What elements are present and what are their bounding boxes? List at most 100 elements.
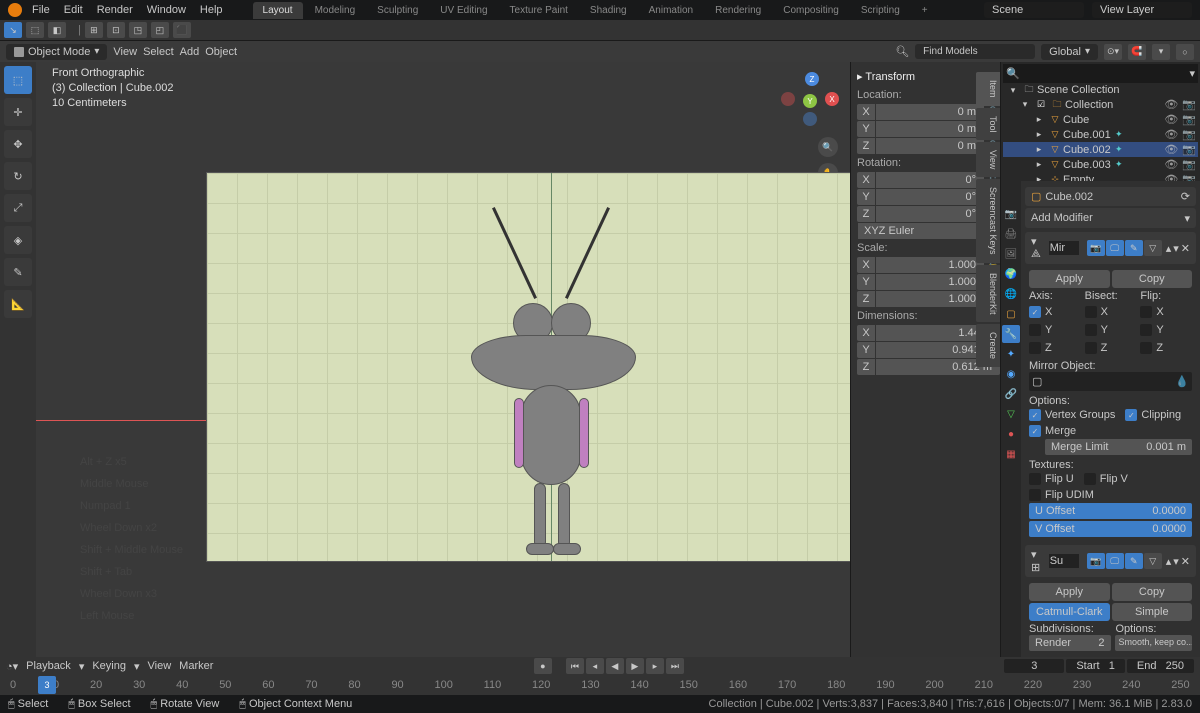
end-frame-field[interactable]: End 250 — [1127, 659, 1194, 673]
rot-y[interactable]: 0° — [876, 189, 984, 205]
catmull-clark-button[interactable]: Catmull-Clark — [1029, 603, 1110, 621]
eyedropper-icon[interactable]: 💧 — [1175, 375, 1189, 388]
outliner-item[interactable]: ▸▽Cube👁📷 — [1003, 112, 1198, 127]
outliner-item-active[interactable]: ▸▽Cube.002✦👁📷 — [1003, 142, 1198, 157]
scene-field[interactable]: Scene — [984, 2, 1084, 18]
mod-toggle-editmode[interactable]: ✎ — [1125, 240, 1143, 256]
tool-cursor[interactable]: ✛ — [4, 98, 32, 126]
prop-edit-toggle[interactable]: ○ — [1176, 44, 1194, 60]
play-forward[interactable]: ▶ — [626, 658, 644, 674]
props-tab-particle[interactable]: ✦ — [1002, 345, 1020, 363]
render-subdiv-field[interactable]: 2 — [1098, 637, 1104, 649]
play-reverse[interactable]: ◀ — [606, 658, 624, 674]
mirror-object-field[interactable]: ▢💧 — [1029, 372, 1192, 391]
jump-end[interactable]: ⏭ — [666, 658, 684, 674]
tool-select-box[interactable]: ⬚ — [4, 66, 32, 94]
start-frame-field[interactable]: Start 1 — [1066, 659, 1125, 673]
zoom-icon[interactable]: 🔍 — [818, 137, 838, 157]
props-tab-viewlayer[interactable]: 🖼 — [1002, 245, 1020, 263]
tool-scale[interactable]: ⤢ — [4, 194, 32, 222]
modifier-subsurf-header[interactable]: ▾ ⊞ 📷🖵✎▽▴▾✕ — [1025, 545, 1196, 577]
outliner-collection[interactable]: ▾☑🗀Collection👁📷 — [1003, 97, 1198, 112]
n-tab-view[interactable]: View — [976, 142, 1000, 177]
scale-y[interactable]: 1.000 — [876, 274, 984, 290]
keyframe-prev[interactable]: ◂ — [586, 658, 604, 674]
outliner-scene[interactable]: ▾🗀Scene Collection — [1003, 83, 1198, 97]
character-mesh[interactable] — [441, 223, 661, 573]
props-tab-constraint[interactable]: 🔗 — [1002, 385, 1020, 403]
tool-move[interactable]: ✥ — [4, 130, 32, 158]
mod-toggle-cage[interactable]: ▽ — [1144, 553, 1162, 569]
tb-btn[interactable]: ◰ — [151, 22, 169, 38]
vertex-groups-checkbox[interactable]: ✓ — [1029, 409, 1041, 421]
tool-rotate[interactable]: ↻ — [4, 162, 32, 190]
n-tab-tool[interactable]: Tool — [976, 108, 1000, 141]
object-name-field[interactable]: ▢ Cube.002⟳ — [1025, 187, 1196, 206]
props-tab-world[interactable]: 🌐 — [1002, 285, 1020, 303]
menu-help[interactable]: Help — [200, 4, 223, 16]
mod-toggle-editmode[interactable]: ✎ — [1125, 553, 1143, 569]
mod-move-down[interactable]: ▾ — [1173, 555, 1179, 568]
view-menu[interactable]: View — [148, 660, 172, 672]
mod-move-up[interactable]: ▴ — [1166, 242, 1172, 255]
eye-icon[interactable]: 👁 — [1164, 98, 1178, 111]
rot-x[interactable]: 0° — [876, 172, 984, 188]
props-tab-output[interactable]: 🖨 — [1002, 225, 1020, 243]
view-layer-field[interactable]: View Layer — [1092, 2, 1192, 18]
filter-dropdown[interactable]: ▾ — [1189, 67, 1195, 80]
flip-u-checkbox[interactable] — [1029, 473, 1041, 485]
camera-icon[interactable]: 📷 — [1182, 98, 1196, 111]
flip-z-checkbox[interactable] — [1140, 342, 1152, 354]
outliner-item[interactable]: ▸⊹Empty👁📷 — [1003, 172, 1198, 181]
flip-x-checkbox[interactable] — [1140, 306, 1152, 318]
auto-keying-toggle[interactable]: ● — [534, 658, 552, 674]
props-tab-scene[interactable]: 🌍 — [1002, 265, 1020, 283]
copy-button[interactable]: Copy — [1112, 583, 1193, 601]
mod-move-up[interactable]: ▴ — [1166, 555, 1172, 568]
mod-toggle-cage[interactable]: ▽ — [1144, 240, 1162, 256]
snap-mode-btn[interactable]: ◧ — [48, 22, 66, 38]
tool-transform[interactable]: ◈ — [4, 226, 32, 254]
props-tab-render[interactable]: 📷 — [1002, 205, 1020, 223]
add-menu[interactable]: Add — [180, 46, 200, 58]
keying-menu[interactable]: Keying — [92, 660, 126, 672]
n-tab-create[interactable]: Create — [976, 324, 1000, 367]
bisect-y-checkbox[interactable] — [1085, 324, 1097, 336]
outliner-item[interactable]: ▸▽Cube.003✦👁📷 — [1003, 157, 1198, 172]
playhead[interactable]: 3 — [38, 676, 56, 694]
marker-menu[interactable]: Marker — [179, 660, 213, 672]
tb-btn[interactable]: ◳ — [129, 22, 147, 38]
modifier-mirror-header[interactable]: ▾ ⟁ 📷🖵✎▽▴▾✕ — [1025, 232, 1196, 264]
props-tab-texture[interactable]: ▦ — [1002, 445, 1020, 463]
rot-z[interactable]: 0° — [876, 206, 984, 222]
current-frame-field[interactable]: 3 — [1004, 659, 1064, 673]
flip-v-checkbox[interactable] — [1084, 473, 1096, 485]
quality-dropdown[interactable]: Smooth, keep co... — [1115, 635, 1193, 651]
bisect-z-checkbox[interactable] — [1085, 342, 1097, 354]
apply-button[interactable]: Apply — [1029, 583, 1110, 601]
keyframe-next[interactable]: ▸ — [646, 658, 664, 674]
snap-mode-btn[interactable]: ⬚ — [26, 22, 44, 38]
view-menu[interactable]: View — [113, 46, 137, 58]
workspace-tab[interactable]: Animation — [639, 2, 703, 19]
select-menu[interactable]: Select — [143, 46, 174, 58]
editor-type-dropdown[interactable]: ◔▾ — [6, 660, 18, 673]
axis-z-checkbox[interactable] — [1029, 342, 1041, 354]
mod-toggle-render[interactable]: 📷 — [1087, 553, 1105, 569]
loc-z[interactable]: 0 m — [876, 138, 984, 154]
axis-x-checkbox[interactable]: ✓ — [1029, 306, 1041, 318]
merge-checkbox[interactable]: ✓ — [1029, 425, 1041, 437]
jump-start[interactable]: ⏮ — [566, 658, 584, 674]
modifier-name-input[interactable] — [1049, 241, 1079, 255]
props-tab-modifier[interactable]: 🔧 — [1002, 325, 1020, 343]
flip-y-checkbox[interactable] — [1140, 324, 1152, 336]
mod-delete[interactable]: ✕ — [1181, 242, 1190, 255]
outliner-item[interactable]: ▸▽Cube.001✦👁📷 — [1003, 127, 1198, 142]
workspace-tab[interactable]: Modeling — [305, 2, 366, 19]
merge-limit-field[interactable]: 0.001 m — [1146, 441, 1186, 453]
filter-icon[interactable]: 🔍 — [1006, 67, 1020, 80]
flip-udim-checkbox[interactable] — [1029, 489, 1041, 501]
workspace-tab[interactable]: Compositing — [773, 2, 849, 19]
menu-render[interactable]: Render — [97, 4, 133, 16]
menu-edit[interactable]: Edit — [64, 4, 83, 16]
